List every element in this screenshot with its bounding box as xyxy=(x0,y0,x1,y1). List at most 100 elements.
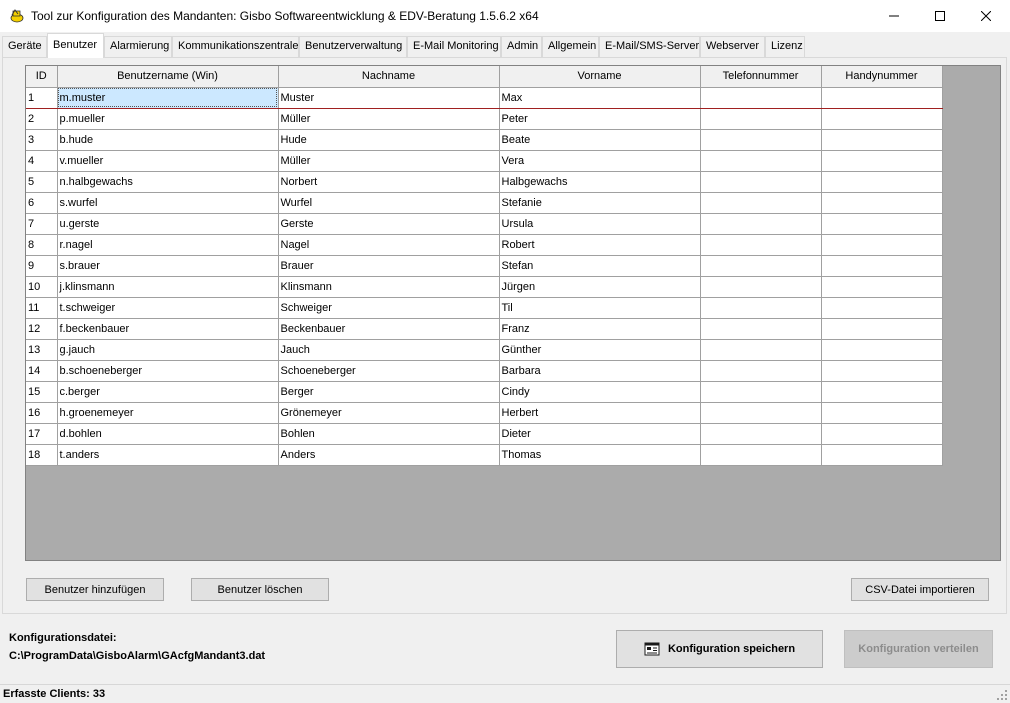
table-row[interactable]: 13 g.jauch Jauch Günther xyxy=(26,339,943,361)
cell-phone[interactable] xyxy=(700,339,822,361)
cell-lastname[interactable]: Müller xyxy=(278,108,500,130)
cell-lastname[interactable]: Norbert xyxy=(278,171,500,193)
cell-phone[interactable] xyxy=(700,297,822,319)
cell-phone[interactable] xyxy=(700,171,822,193)
cell-lastname[interactable]: Schoeneberger xyxy=(278,360,500,382)
cell-id[interactable]: 16 xyxy=(26,402,58,424)
cell-lastname[interactable]: Wurfel xyxy=(278,192,500,214)
tab-benutzerverwaltung[interactable]: Benutzerverwaltung xyxy=(299,36,407,57)
tab-allgemein[interactable]: Allgemein xyxy=(542,36,599,57)
table-row[interactable]: 6 s.wurfel Wurfel Stefanie xyxy=(26,192,943,214)
cell-username[interactable]: c.berger xyxy=(57,381,279,403)
cell-lastname[interactable]: Nagel xyxy=(278,234,500,256)
cell-username[interactable]: s.brauer xyxy=(57,255,279,277)
cell-mobile[interactable] xyxy=(821,171,943,193)
table-row[interactable]: 17 d.bohlen Bohlen Dieter xyxy=(26,423,943,445)
cell-firstname[interactable]: Barbara xyxy=(499,360,701,382)
cell-username[interactable]: f.beckenbauer xyxy=(57,318,279,340)
cell-mobile[interactable] xyxy=(821,402,943,424)
table-row[interactable]: 14 b.schoeneberger Schoeneberger Barbara xyxy=(26,360,943,382)
table-row[interactable]: 8 r.nagel Nagel Robert xyxy=(26,234,943,256)
column-header-phone[interactable]: Telefonnummer xyxy=(700,66,822,88)
cell-phone[interactable] xyxy=(700,360,822,382)
cell-id[interactable]: 2 xyxy=(26,108,58,130)
cell-lastname[interactable]: Berger xyxy=(278,381,500,403)
table-row[interactable]: 11 t.schweiger Schweiger Til xyxy=(26,297,943,319)
cell-firstname[interactable]: Peter xyxy=(499,108,701,130)
table-row[interactable]: 9 s.brauer Brauer Stefan xyxy=(26,255,943,277)
cell-id[interactable]: 14 xyxy=(26,360,58,382)
cell-mobile[interactable] xyxy=(821,381,943,403)
cell-username[interactable]: h.groenemeyer xyxy=(57,402,279,424)
cell-mobile[interactable] xyxy=(821,255,943,277)
tab-admin[interactable]: Admin xyxy=(501,36,542,57)
table-row[interactable]: 10 j.klinsmann Klinsmann Jürgen xyxy=(26,276,943,298)
tab-lizenz[interactable]: Lizenz xyxy=(765,36,805,57)
cell-firstname[interactable]: Max xyxy=(499,87,701,109)
table-row[interactable]: 2 p.mueller Müller Peter xyxy=(26,108,943,130)
tab-benutzer[interactable]: Benutzer xyxy=(47,33,104,58)
cell-username[interactable]: p.mueller xyxy=(57,108,279,130)
cell-lastname[interactable]: Müller xyxy=(278,150,500,172)
cell-firstname[interactable]: Cindy xyxy=(499,381,701,403)
close-button[interactable] xyxy=(963,0,1009,31)
column-header-id[interactable]: ID xyxy=(26,66,58,88)
cell-firstname[interactable]: Halbgewachs xyxy=(499,171,701,193)
table-row[interactable]: 3 b.hude Hude Beate xyxy=(26,129,943,151)
cell-username[interactable]: v.mueller xyxy=(57,150,279,172)
cell-username[interactable]: r.nagel xyxy=(57,234,279,256)
tab-email-monitoring[interactable]: E-Mail Monitoring xyxy=(407,36,501,57)
cell-id[interactable]: 13 xyxy=(26,339,58,361)
distribute-config-button[interactable]: Konfiguration verteilen xyxy=(844,630,993,668)
cell-username[interactable]: j.klinsmann xyxy=(57,276,279,298)
cell-phone[interactable] xyxy=(700,234,822,256)
cell-mobile[interactable] xyxy=(821,234,943,256)
cell-phone[interactable] xyxy=(700,423,822,445)
cell-firstname[interactable]: Stefan xyxy=(499,255,701,277)
cell-id[interactable]: 8 xyxy=(26,234,58,256)
cell-lastname[interactable]: Muster xyxy=(278,87,500,109)
cell-id[interactable]: 12 xyxy=(26,318,58,340)
cell-id[interactable]: 17 xyxy=(26,423,58,445)
cell-lastname[interactable]: Anders xyxy=(278,444,500,466)
cell-id[interactable]: 11 xyxy=(26,297,58,319)
cell-mobile[interactable] xyxy=(821,213,943,235)
cell-phone[interactable] xyxy=(700,276,822,298)
cell-firstname[interactable]: Beate xyxy=(499,129,701,151)
cell-username[interactable]: m.muster xyxy=(57,87,279,109)
column-header-lastname[interactable]: Nachname xyxy=(278,66,500,88)
cell-phone[interactable] xyxy=(700,87,822,109)
cell-firstname[interactable]: Stefanie xyxy=(499,192,701,214)
cell-mobile[interactable] xyxy=(821,108,943,130)
cell-phone[interactable] xyxy=(700,150,822,172)
cell-id[interactable]: 7 xyxy=(26,213,58,235)
cell-username[interactable]: d.bohlen xyxy=(57,423,279,445)
cell-id[interactable]: 18 xyxy=(26,444,58,466)
cell-mobile[interactable] xyxy=(821,360,943,382)
cell-mobile[interactable] xyxy=(821,444,943,466)
cell-lastname[interactable]: Gerste xyxy=(278,213,500,235)
cell-mobile[interactable] xyxy=(821,150,943,172)
table-row[interactable]: 12 f.beckenbauer Beckenbauer Franz xyxy=(26,318,943,340)
cell-username[interactable]: u.gerste xyxy=(57,213,279,235)
cell-firstname[interactable]: Herbert xyxy=(499,402,701,424)
cell-mobile[interactable] xyxy=(821,192,943,214)
cell-phone[interactable] xyxy=(700,381,822,403)
tab-email-sms-server[interactable]: E-Mail/SMS-Server xyxy=(599,36,700,57)
cell-mobile[interactable] xyxy=(821,87,943,109)
tab-kommunikationszentrale[interactable]: Kommunikationszentrale xyxy=(172,36,299,57)
cell-id[interactable]: 9 xyxy=(26,255,58,277)
users-grid[interactable]: ID Benutzername (Win) Nachname Vorname T… xyxy=(25,65,1001,561)
cell-firstname[interactable]: Robert xyxy=(499,234,701,256)
cell-phone[interactable] xyxy=(700,402,822,424)
table-row[interactable]: 15 c.berger Berger Cindy xyxy=(26,381,943,403)
cell-firstname[interactable]: Günther xyxy=(499,339,701,361)
cell-username[interactable]: s.wurfel xyxy=(57,192,279,214)
cell-mobile[interactable] xyxy=(821,129,943,151)
cell-lastname[interactable]: Brauer xyxy=(278,255,500,277)
cell-phone[interactable] xyxy=(700,318,822,340)
cell-phone[interactable] xyxy=(700,255,822,277)
cell-username[interactable]: t.schweiger xyxy=(57,297,279,319)
cell-phone[interactable] xyxy=(700,108,822,130)
cell-id[interactable]: 3 xyxy=(26,129,58,151)
